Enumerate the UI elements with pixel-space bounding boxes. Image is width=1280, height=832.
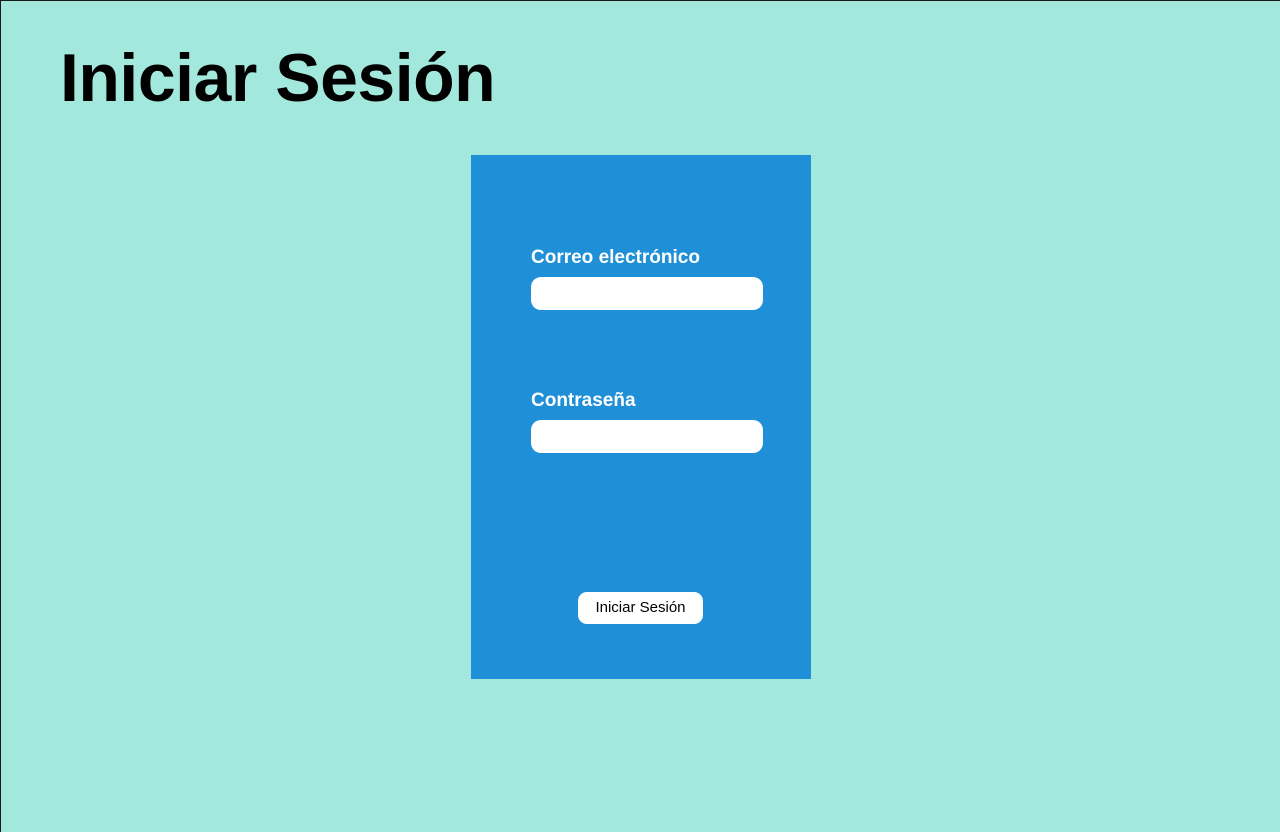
password-label: Contraseña [531,390,636,411]
password-field[interactable] [531,420,763,453]
email-field[interactable] [531,277,763,310]
email-label: Correo electrónico [531,247,700,268]
page-title: Iniciar Sesión [60,40,496,116]
login-card: Correo electrónico Contraseña Iniciar Se… [471,155,811,679]
page-background: Iniciar Sesión Correo electrónico Contra… [0,0,1280,832]
login-button[interactable]: Iniciar Sesión [578,592,703,624]
